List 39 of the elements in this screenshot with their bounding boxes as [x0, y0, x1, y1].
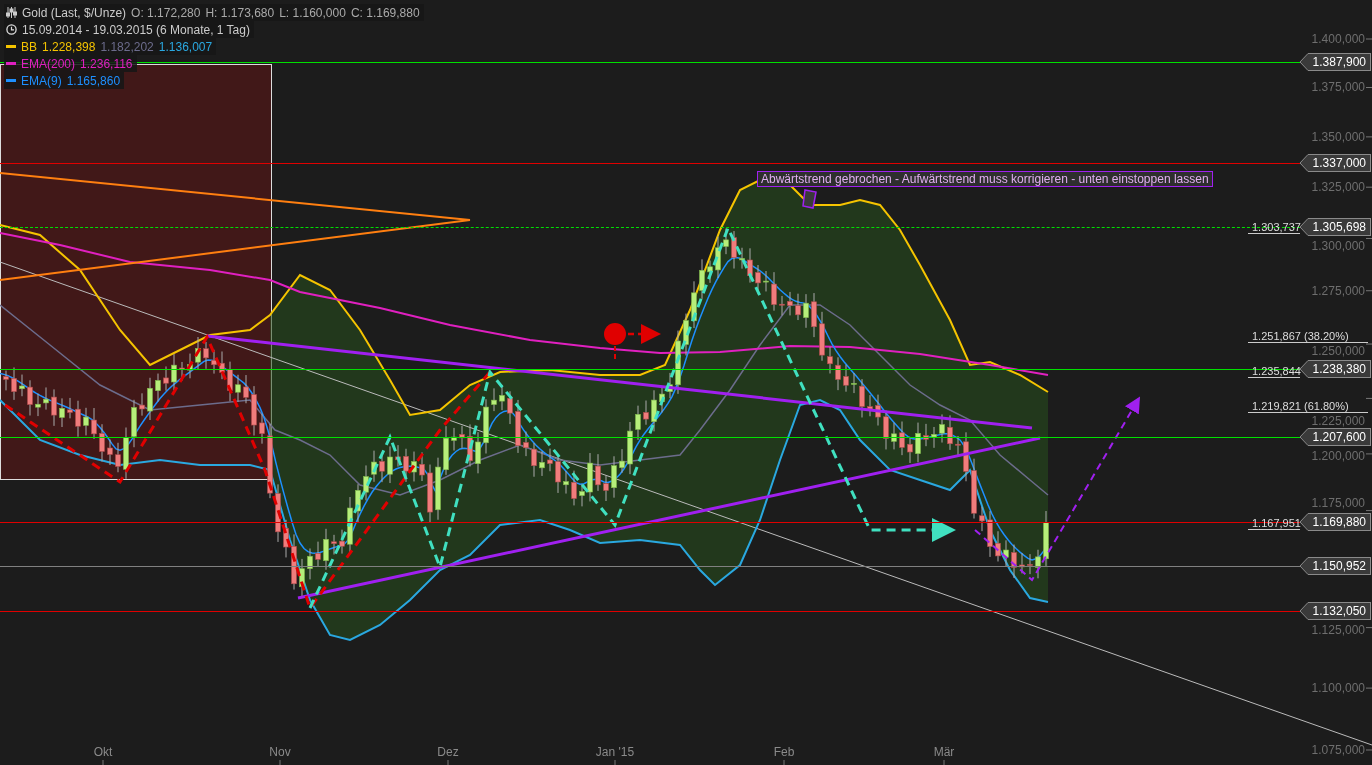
x-axis-label: Jan '15	[595, 745, 635, 759]
indicator-name: EMA(9)	[21, 73, 62, 88]
y-axis-label: 1.175,000	[1311, 496, 1365, 511]
y-axis-label: 1.375,000	[1311, 80, 1365, 95]
y-axis-label: 1.225,000	[1311, 413, 1365, 428]
chart-annotation: Abwärtstrend gebrochen - Aufwärtstrend muss korrigieren - unten einstoppen lassen	[757, 171, 1213, 187]
x-axis-label: Nov	[269, 745, 291, 759]
annotation-pointer-icon	[802, 189, 817, 209]
indicator-name: EMA(200)	[21, 56, 76, 71]
indicator-value: 1.228,398	[42, 39, 96, 54]
ohlc-value: O: 1.172,280	[131, 5, 201, 20]
indicator-value: 1.236,116	[80, 56, 133, 71]
clock-icon	[6, 24, 17, 35]
y-axis-label: 1.250,000	[1311, 344, 1365, 358]
y-axis-label: 1.350,000	[1311, 129, 1365, 144]
x-axis-label: Dez	[437, 745, 459, 759]
indicator-value: 1.136,007	[158, 39, 213, 54]
y-axis-label: 1.100,000	[1311, 681, 1365, 696]
date-range: 15.09.2014 - 19.03.2015 (6 Monate, 1 Tag)	[22, 22, 250, 37]
indicator-value: 1.182,202	[100, 39, 154, 54]
y-axis-label: 1.325,000	[1311, 180, 1365, 195]
chart-settings-icon	[6, 7, 17, 18]
y-axis-label: 1.125,000	[1311, 622, 1365, 637]
y-axis-label: 1.300,000	[1311, 238, 1365, 253]
x-axis-label: Mär	[933, 745, 955, 759]
indicator-value: 1.165,860	[66, 73, 121, 88]
ohlc-value: C: 1.169,880	[350, 5, 420, 20]
y-axis-label: 1.075,000	[1311, 743, 1365, 757]
fibonacci-level-label: 1.219,821 (61.80%)	[1248, 399, 1368, 413]
fibonacci-level-label: 1.251,867 (38.20%)	[1248, 330, 1368, 343]
y-axis-label: 1.400,000	[1311, 32, 1365, 46]
y-axis-label: 1.275,000	[1311, 283, 1365, 298]
x-axis-label: Feb	[773, 745, 795, 759]
ohlc-value: H: 1.173,680	[205, 5, 275, 20]
indicator-name: BB	[21, 39, 37, 54]
instrument-name: Gold (Last, $/Unze)	[22, 5, 127, 20]
y-axis-label: 1.200,000	[1311, 448, 1365, 463]
ohlc-value: L: 1.160,000	[279, 5, 346, 20]
x-axis-label: Okt	[93, 745, 113, 759]
